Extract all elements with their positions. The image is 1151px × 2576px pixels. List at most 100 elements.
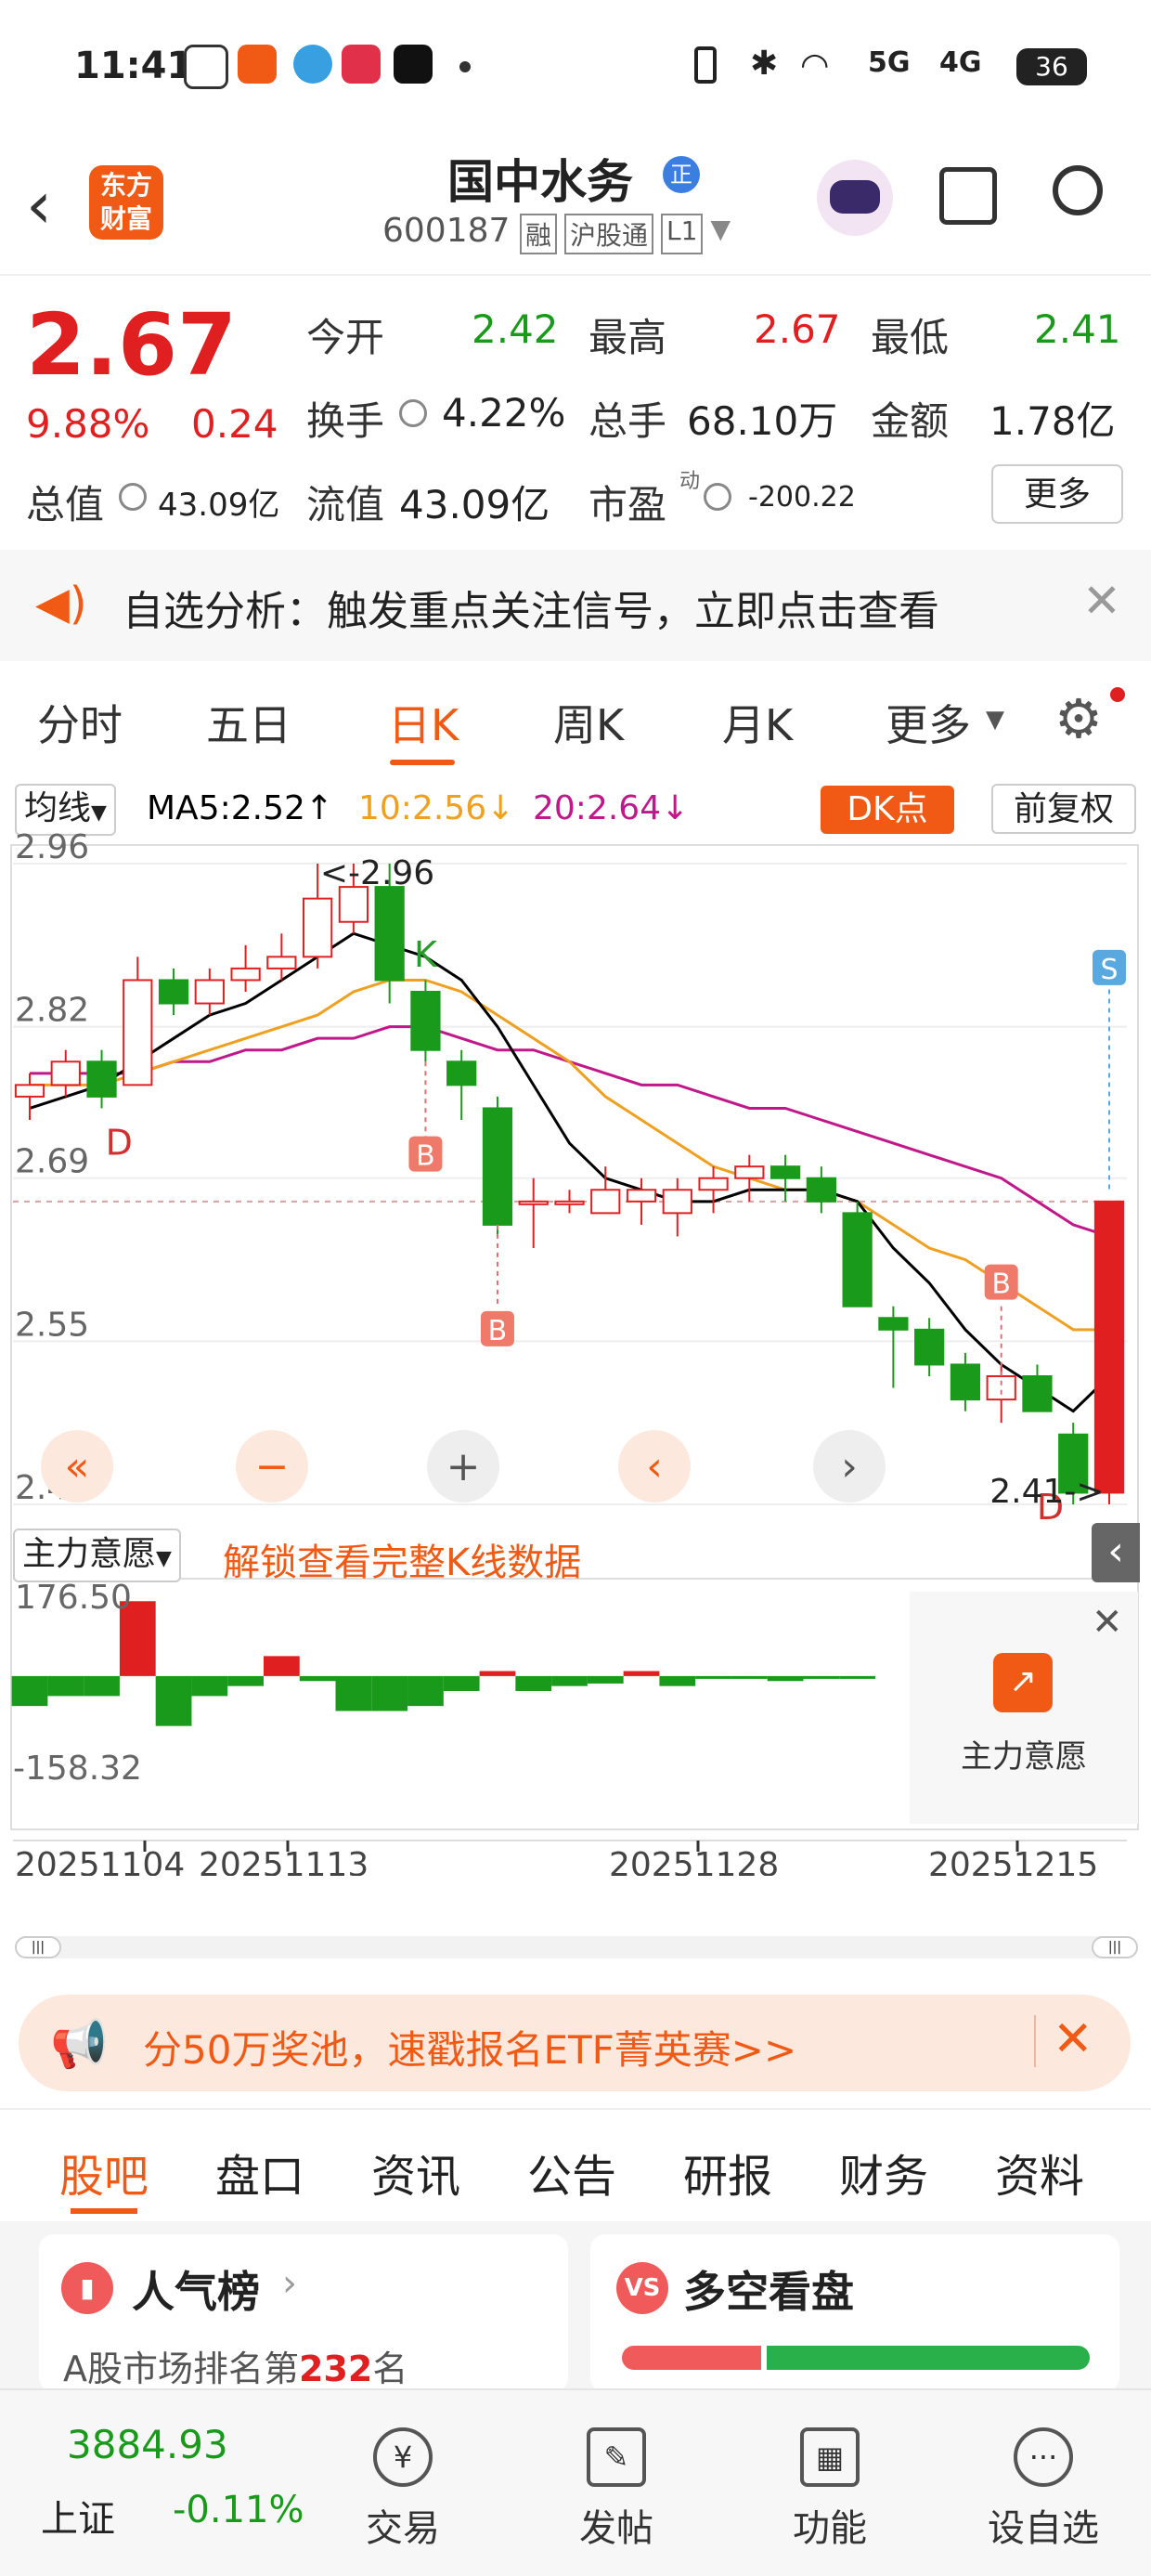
candle-body [482, 1107, 513, 1226]
high-annotation: <-2.96 [320, 854, 434, 892]
pe-superscript: 动 [679, 470, 701, 493]
mktcap-value: 43.09亿 [158, 487, 280, 524]
tab-research[interactable]: 研报 [683, 2140, 772, 2205]
chart-lock-icon: ↗ [993, 1653, 1053, 1712]
pe-info-icon[interactable] [704, 483, 731, 511]
indicator-bar [659, 1675, 696, 1686]
tab-intraday[interactable]: 分时 [37, 692, 123, 753]
ma10-value: 10:2.56↓ [358, 789, 515, 827]
nav-functions[interactable]: ▦ 功能 [756, 2427, 904, 2552]
tab-monthly-k[interactable]: 月K [722, 692, 793, 753]
megaphone-icon: 📢 [50, 2017, 109, 2071]
tab-announcement[interactable]: 公告 [527, 2140, 616, 2205]
low-label: 最低 [871, 315, 950, 360]
chart-bars-icon: ▮ [61, 2262, 113, 2314]
indicator-bar [299, 1675, 336, 1682]
signal-d-mark: D [106, 1123, 133, 1164]
indicator-bar [84, 1675, 120, 1697]
tab-finance[interactable]: 财务 [839, 2140, 928, 2205]
wifi-icon: ◠ [800, 46, 830, 85]
signal-s-mark: S [1100, 954, 1118, 986]
candle-body [806, 1177, 836, 1203]
zoom-out-button[interactable]: − [236, 1430, 308, 1503]
indicator-bar [227, 1675, 264, 1686]
candle-body [446, 1060, 477, 1086]
candle-body [194, 979, 225, 1005]
promo-banner[interactable]: 📢 分50万奖池，速戳报名ETF菁英赛>> ✕ [19, 1995, 1131, 2091]
candle-body [950, 1363, 981, 1401]
bull-bear-title: 多空看盘 [683, 2267, 854, 2317]
net1-label: 5G [868, 46, 911, 79]
tab-daily-k[interactable]: 日K [388, 692, 459, 753]
prev-button[interactable]: ‹ [618, 1430, 691, 1503]
tab-pankou[interactable]: 盘口 [215, 2140, 304, 2205]
zoom-in-button[interactable]: + [427, 1430, 499, 1503]
settings-icon[interactable]: ⚙ [1054, 687, 1103, 750]
close-icon[interactable]: ✕ [1082, 574, 1121, 628]
candle-body [626, 1189, 657, 1203]
robot-assistant-icon[interactable] [817, 160, 893, 236]
yuan-icon: ¥ [373, 2427, 433, 2487]
tab-guba[interactable]: 股吧 [59, 2140, 149, 2205]
net2-label: 4G [939, 46, 982, 79]
nav-functions-label: 功能 [793, 2507, 867, 2550]
tags-dropdown-icon[interactable]: ▼ [710, 214, 731, 254]
app-icon [238, 45, 277, 84]
candle-body [86, 1060, 117, 1098]
indicator-bar [47, 1675, 84, 1697]
open-label: 今开 [306, 315, 385, 360]
candle-body [230, 967, 261, 982]
search-icon[interactable] [1053, 165, 1103, 215]
candle-body [554, 1200, 585, 1205]
eastmoney-logo[interactable]: 东方 财富 [89, 165, 163, 240]
volume-value: 68.10万 [687, 398, 838, 444]
info-icon[interactable] [399, 399, 427, 427]
signal-b-mark: B [488, 1315, 508, 1347]
notice-bar[interactable]: ◀) 自选分析：触发重点关注信号，立即点击查看 ✕ [0, 550, 1151, 661]
indicator-selector[interactable]: 主力意愿▼ [13, 1529, 181, 1582]
indicator-bar [479, 1671, 516, 1676]
banner-divider [1034, 2015, 1036, 2067]
bluetooth-icon: ✱ [750, 45, 779, 83]
panel-close-icon[interactable]: ✕ [1092, 1601, 1123, 1644]
signal-k-mark: K [414, 934, 438, 975]
share-icon[interactable] [939, 167, 997, 225]
tab-more[interactable]: 更多 [886, 692, 971, 753]
candle-body [303, 897, 333, 958]
signal-b-mark: B [991, 1268, 1011, 1301]
ma-selector-label: 均线 [24, 789, 92, 827]
indicator-bar [263, 1656, 300, 1676]
next-button[interactable]: › [813, 1430, 886, 1503]
tag-connect: 沪股通 [564, 214, 654, 254]
more-button[interactable]: 更多 [991, 464, 1123, 524]
indicator-ad-panel[interactable]: ✕ ↗ 主力意愿 [910, 1592, 1138, 1824]
nav-trade[interactable]: ¥ 交易 [329, 2427, 477, 2552]
nav-post[interactable]: ✎ 发帖 [542, 2427, 691, 2552]
scroll-handle-left[interactable]: ||| [15, 1936, 61, 1958]
popularity-card[interactable]: ▮ 人气榜 › A股市场排名第232名 [39, 2234, 568, 2392]
collapse-panel-button[interactable]: ‹ [1092, 1523, 1140, 1582]
tab-news[interactable]: 资讯 [371, 2140, 460, 2205]
bull-bear-card[interactable]: VS 多空看盘 [590, 2234, 1119, 2392]
nav-add-watchlist[interactable]: ··· 设自选 [969, 2427, 1118, 2552]
tab-profile[interactable]: 资料 [995, 2140, 1084, 2205]
x-date-label: 20251113 [199, 1846, 369, 1876]
scroll-handle-right[interactable]: ||| [1092, 1936, 1138, 1958]
mktcap-info-icon[interactable] [119, 483, 147, 511]
back-icon[interactable]: ‹ [26, 167, 52, 243]
index-value: 3884.93 [67, 2422, 228, 2467]
low-annotation: 2.41-> [989, 1473, 1104, 1511]
indicator-selector-label: 主力意愿 [22, 1535, 157, 1573]
unlock-link[interactable]: 解锁查看完整K线数据 [223, 1532, 581, 1586]
banner-close-icon[interactable]: ✕ [1053, 2011, 1093, 2067]
amount-label: 金额 [871, 398, 950, 444]
high-label: 最高 [588, 315, 667, 360]
zoom-first-button[interactable]: « [41, 1430, 113, 1503]
indicator-bar [335, 1675, 372, 1711]
tab-five-day[interactable]: 五日 [206, 692, 291, 753]
tab-weekly-k[interactable]: 周K [553, 692, 624, 753]
chart-scrollbar[interactable]: ||| ||| [15, 1936, 1138, 1958]
indicator-bar [551, 1675, 588, 1686]
change-pct: 9.88% [26, 401, 150, 447]
vibrate-icon [694, 46, 717, 84]
